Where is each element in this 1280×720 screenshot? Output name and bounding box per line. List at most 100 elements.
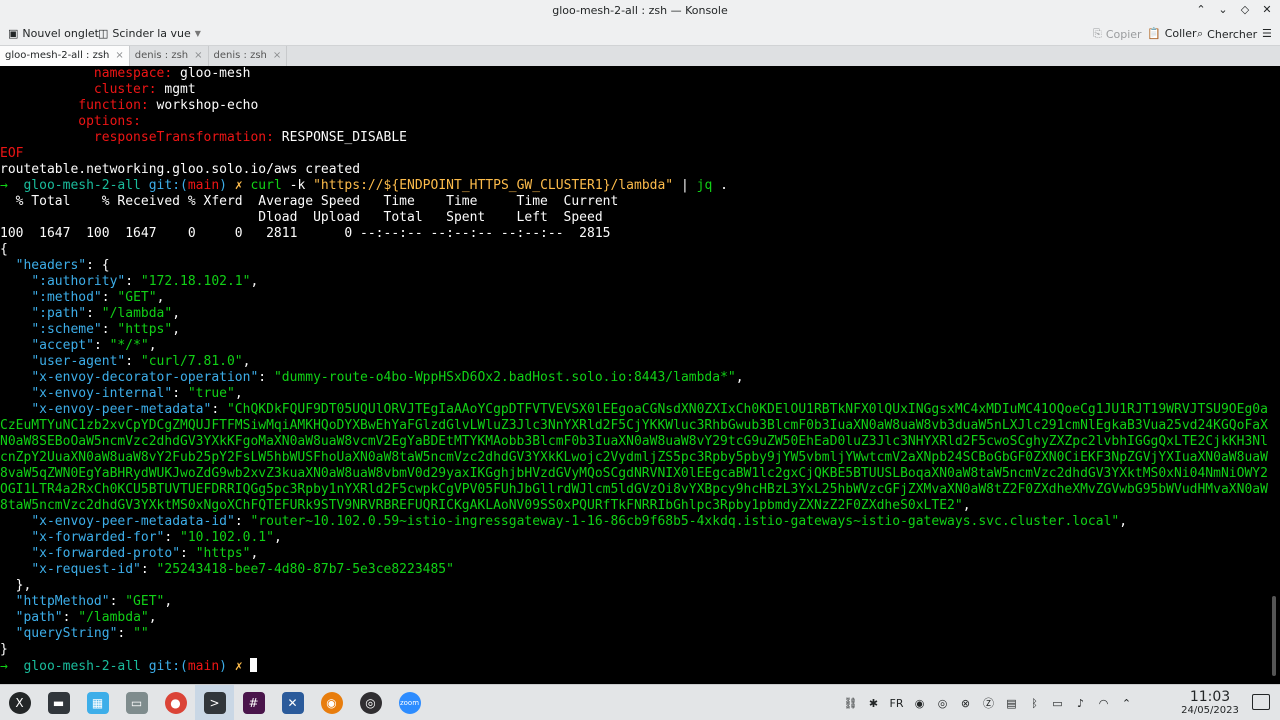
terminal-line: Dload Upload Total Spent Left Speed xyxy=(0,210,1268,226)
taskbar-app-chrome[interactable]: ● xyxy=(156,685,195,720)
display-icon[interactable]: ▭ xyxy=(1046,697,1069,710)
terminal-line: "x-forwarded-proto": "https", xyxy=(0,546,1268,562)
new-tab-button[interactable]: ▣ Nouvel onglet xyxy=(8,27,99,40)
terminal-scrollbar[interactable] xyxy=(1268,66,1280,678)
terminal-text: "GET" xyxy=(125,594,165,609)
network-icon[interactable]: ◠ xyxy=(1092,697,1115,710)
keyboard-layout[interactable]: FR xyxy=(885,697,908,710)
clipboard-icon[interactable]: ▤ xyxy=(1000,697,1023,710)
terminal-text: % Total % Received % Xferd Average Speed… xyxy=(0,194,619,209)
terminal-cursor xyxy=(250,658,258,672)
vpn-icon[interactable]: ⛓ xyxy=(839,697,862,710)
terminal-text: EOF xyxy=(0,146,24,161)
tab-gloo-mesh[interactable]: gloo-mesh-2-all : zsh × xyxy=(0,46,130,66)
konsole-icon: > xyxy=(203,692,226,714)
taskbar-app-app-launcher[interactable]: X xyxy=(0,685,39,720)
terminal-line: "path": "/lambda", xyxy=(0,610,1268,626)
terminal-text: routetable.networking.gloo.solo.io/aws c… xyxy=(0,162,361,177)
taskbar-app-files[interactable]: ▦ xyxy=(78,685,117,720)
close-icon[interactable]: ✕ xyxy=(1260,3,1274,16)
terminal-text: "x-envoy-internal" xyxy=(31,386,173,401)
taskbar: X ▬ ▦ ▭ ● > # ✕ ◉ ◎ zoom ⛓ ✱ FR ◉ ◎ ⊗ Ⓩ ▤ ᛒ ▭ ♪ ◠ … xyxy=(0,684,1280,720)
paste-icon: 📋 xyxy=(1147,27,1161,40)
clock[interactable]: 11:03 24/05/2023 xyxy=(1178,689,1242,717)
screen-record-icon[interactable]: ◎ xyxy=(931,697,954,710)
terminal-text: "https" xyxy=(195,546,251,561)
terminal-text: → xyxy=(0,178,24,193)
konsole-toolbar: ▣ Nouvel onglet ◫ Scinder la vue ▼ ⎘ Cop… xyxy=(0,22,1280,46)
taskbar-app-blender[interactable]: ◉ xyxy=(312,685,351,720)
blender-icon: ◉ xyxy=(320,692,343,714)
terminal-text: 100 1647 100 1647 0 0 2811 0 --:--:-- --… xyxy=(0,226,611,241)
terminal-text: "/lambda" xyxy=(78,610,149,625)
terminal-text: : xyxy=(258,370,274,385)
close-tab-icon[interactable]: × xyxy=(273,50,281,66)
terminal-text: : xyxy=(101,322,118,337)
terminal-text: "true" xyxy=(187,386,235,401)
close-tab-icon[interactable]: × xyxy=(115,50,123,66)
terminal-lines: namespace: gloo-mesh cluster: mgmt funct… xyxy=(0,66,1268,402)
new-tab-icon: ▣ xyxy=(8,27,19,40)
json-key: "x-envoy-peer-metadata" xyxy=(31,402,212,417)
terminal-line: ":scheme": "https", xyxy=(0,322,1268,338)
terminal-text: namespace: xyxy=(93,66,173,81)
window-titlebar[interactable]: gloo-mesh-2-all : zsh — Konsole ⌃ ⌄ ◇ ✕ xyxy=(0,0,1280,22)
terminal-lines: "x-envoy-peer-metadata-id": "router~10.1… xyxy=(0,514,1268,674)
copy-button[interactable]: ⎘ Copier xyxy=(1093,27,1142,41)
slack-tray-icon[interactable]: ✱ xyxy=(862,697,885,710)
terminal-text: , xyxy=(148,338,157,353)
clock-time: 11:03 xyxy=(1189,689,1231,705)
maximize-icon[interactable]: ◇ xyxy=(1238,3,1252,16)
tab-denis-2[interactable]: denis : zsh × xyxy=(209,46,288,66)
minimize-icon[interactable]: ⌄ xyxy=(1216,3,1230,16)
taskbar-app-terminal[interactable]: ▬ xyxy=(39,685,78,720)
terminal-text: "accept" xyxy=(31,338,94,353)
scrollbar-thumb[interactable] xyxy=(1272,596,1276,676)
tab-denis-1[interactable]: denis : zsh × xyxy=(130,46,209,66)
terminal-text: responseTransformation: xyxy=(93,130,274,145)
copy-icon: ⎘ xyxy=(1093,27,1102,40)
zoom-icon: zoom xyxy=(398,692,421,714)
terminal-output[interactable]: namespace: gloo-mesh cluster: mgmt funct… xyxy=(0,66,1268,678)
terminal-text: : xyxy=(117,626,134,641)
find-button[interactable]: ⌕ Chercher xyxy=(1197,27,1257,41)
redshift-icon[interactable]: ⊗ xyxy=(954,697,977,710)
terminal-text: gloo-mesh-2-all xyxy=(23,178,149,193)
show-desktop-icon[interactable] xyxy=(1252,694,1270,710)
taskbar-app-slack[interactable]: # xyxy=(234,685,273,720)
vscode-icon: ✕ xyxy=(281,692,304,714)
taskbar-app-vscode[interactable]: ✕ xyxy=(273,685,312,720)
terminal-text: main xyxy=(187,178,220,193)
close-tab-icon[interactable]: × xyxy=(194,50,202,66)
paste-button[interactable]: 📋 Coller xyxy=(1147,27,1197,40)
obs-tray-icon[interactable]: ◉ xyxy=(908,697,931,710)
zoom-tray-icon[interactable]: Ⓩ xyxy=(977,695,1000,711)
taskbar-app-konsole[interactable]: > xyxy=(195,685,234,720)
tab-label: denis : zsh xyxy=(134,50,189,61)
taskbar-app-zoom[interactable]: zoom xyxy=(390,685,429,720)
volume-icon[interactable]: ♪ xyxy=(1069,697,1092,710)
terminal-line: ":authority": "172.18.102.1", xyxy=(0,274,1268,290)
terminal-text: jq xyxy=(696,178,713,193)
terminal-line: function: workshop-echo xyxy=(0,98,1268,114)
bluetooth-icon[interactable]: ᛒ xyxy=(1023,697,1046,710)
taskbar-app-obs[interactable]: ◎ xyxy=(351,685,390,720)
menu-button[interactable]: ☰ xyxy=(1262,27,1272,40)
terminal-text: : xyxy=(86,306,102,321)
terminal-line: "httpMethod": "GET", xyxy=(0,594,1268,610)
terminal-text: : xyxy=(101,290,118,305)
taskbar-app-file-manager[interactable]: ▭ xyxy=(117,685,156,720)
keep-above-icon[interactable]: ⌃ xyxy=(1194,3,1208,16)
terminal-text: : xyxy=(125,274,141,289)
split-view-button[interactable]: ◫ Scinder la vue ▼ xyxy=(98,27,201,40)
terminal-line: "x-envoy-peer-metadata-id": "router~10.1… xyxy=(0,514,1268,530)
terminal-text: "" xyxy=(133,626,149,641)
terminal-text: "25243418-bee7-4d80-87b7-5e3ce8223485" xyxy=(156,562,454,577)
expand-tray-icon[interactable]: ⌃ xyxy=(1115,697,1138,710)
